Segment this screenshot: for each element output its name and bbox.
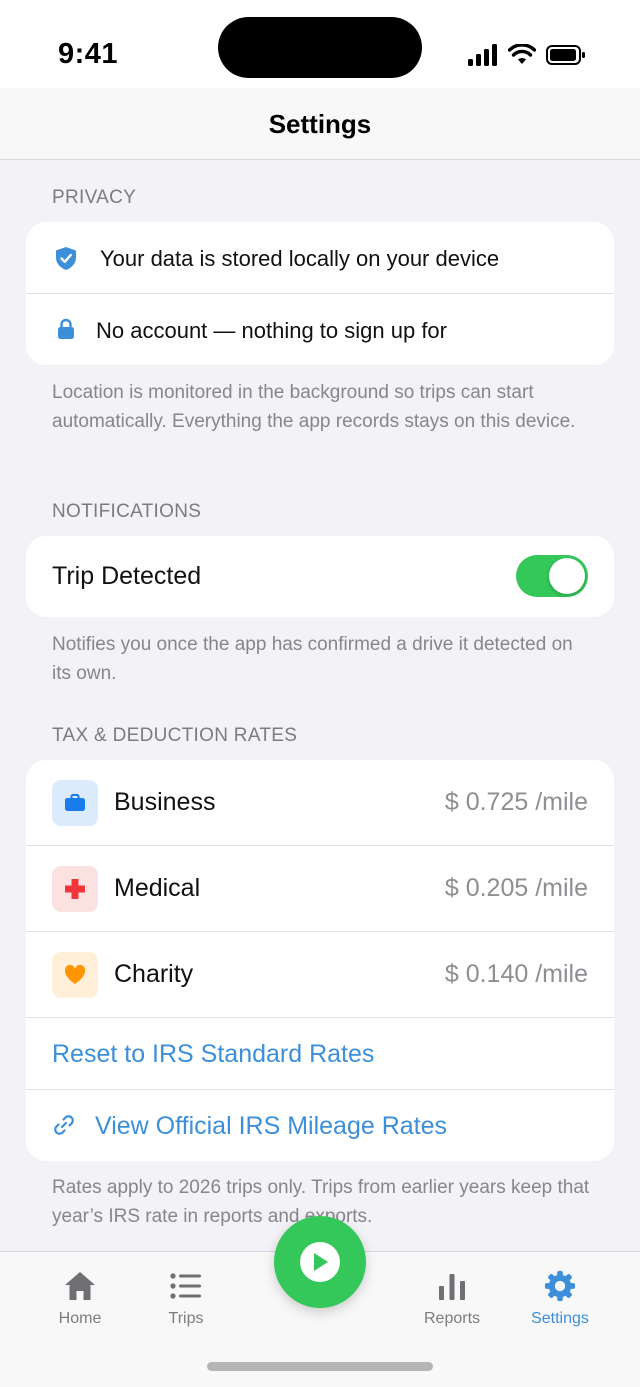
briefcase-icon bbox=[65, 794, 85, 811]
notifications-footer: Notifies you once the app has confirmed … bbox=[52, 634, 573, 684]
rate-value-business: $ 0.725 /mile bbox=[444, 788, 588, 816]
business-icon-badge bbox=[52, 780, 98, 826]
trip-detected-label: Trip Detected bbox=[52, 562, 202, 590]
list-icon bbox=[170, 1273, 201, 1299]
rate-label-business: Business bbox=[114, 788, 216, 816]
privacy-row-local-storage: Your data is stored locally on your devi… bbox=[26, 222, 614, 293]
rate-label-charity: Charity bbox=[114, 960, 194, 988]
cellular-signal-icon bbox=[468, 44, 497, 66]
rate-row-charity[interactable]: Charity $ 0.140 /mile bbox=[26, 932, 614, 1017]
privacy-card: Your data is stored locally on your devi… bbox=[26, 222, 614, 365]
house-icon bbox=[65, 1272, 95, 1300]
play-icon bbox=[314, 1253, 328, 1271]
bar-chart-icon bbox=[439, 1274, 465, 1300]
status-bar: 9:41 bbox=[0, 0, 640, 88]
privacy-footer: Location is monitored in the background … bbox=[52, 382, 576, 432]
rate-label-medical: Medical bbox=[114, 874, 201, 902]
link-icon bbox=[54, 1115, 74, 1135]
status-time: 9:41 bbox=[58, 38, 119, 70]
charity-icon-badge bbox=[52, 952, 98, 998]
home-indicator bbox=[207, 1362, 433, 1371]
notifications-card: Trip Detected bbox=[26, 536, 614, 617]
play-icon-circle bbox=[300, 1242, 340, 1282]
tab-settings-label: Settings bbox=[531, 1310, 589, 1327]
dynamic-island bbox=[218, 17, 422, 78]
medical-icon-badge bbox=[52, 866, 98, 912]
privacy-section-header: PRIVACY bbox=[52, 187, 137, 208]
tab-reports[interactable]: Reports bbox=[402, 1270, 502, 1328]
privacy-local-storage-label: Your data is stored locally on your devi… bbox=[100, 246, 500, 271]
lock-icon bbox=[58, 318, 74, 339]
reset-rates-button[interactable]: Reset to IRS Standard Rates bbox=[26, 1018, 614, 1089]
view-irs-rates-link[interactable]: View Official IRS Mileage Rates bbox=[26, 1090, 614, 1161]
wifi-icon bbox=[508, 44, 536, 64]
navigation-bar: Settings bbox=[0, 88, 640, 160]
tab-home-label: Home bbox=[58, 1310, 102, 1327]
tab-trips[interactable]: Trips bbox=[136, 1270, 236, 1328]
page-title: Settings bbox=[268, 109, 372, 139]
tab-trips-label: Trips bbox=[168, 1310, 204, 1327]
shield-check-icon bbox=[56, 247, 76, 270]
tab-reports-label: Reports bbox=[423, 1310, 481, 1327]
rates-section-header: TAX & DEDUCTION RATES bbox=[52, 725, 298, 746]
rate-row-business[interactable]: Business $ 0.725 /mile bbox=[26, 760, 614, 845]
rate-value-charity: $ 0.140 /mile bbox=[444, 960, 588, 988]
rate-value-medical: $ 0.205 /mile bbox=[444, 874, 588, 902]
reset-rates-label: Reset to IRS Standard Rates bbox=[52, 1040, 375, 1068]
tab-settings[interactable]: Settings bbox=[510, 1270, 610, 1328]
privacy-row-no-account: No account — nothing to sign up for bbox=[26, 294, 614, 365]
tab-home[interactable]: Home bbox=[30, 1270, 130, 1328]
gear-icon bbox=[544, 1270, 576, 1302]
toggle-knob bbox=[549, 558, 585, 594]
rate-row-medical[interactable]: Medical $ 0.205 /mile bbox=[26, 846, 614, 931]
rates-card: Business $ 0.725 /mile Medical $ 0.205 /… bbox=[26, 760, 614, 1161]
start-trip-button[interactable] bbox=[274, 1216, 366, 1308]
battery-icon bbox=[546, 45, 585, 65]
privacy-no-account-label: No account — nothing to sign up for bbox=[96, 318, 447, 343]
heart-icon bbox=[64, 964, 86, 984]
settings-content[interactable]: PRIVACY Your data is stored locally on y… bbox=[0, 161, 640, 1251]
medical-cross-icon bbox=[65, 879, 85, 899]
view-irs-rates-label: View Official IRS Mileage Rates bbox=[95, 1112, 448, 1140]
trip-detected-toggle[interactable] bbox=[516, 555, 588, 597]
trip-detected-row: Trip Detected bbox=[26, 536, 614, 617]
notifications-section-header: NOTIFICATIONS bbox=[52, 501, 202, 522]
